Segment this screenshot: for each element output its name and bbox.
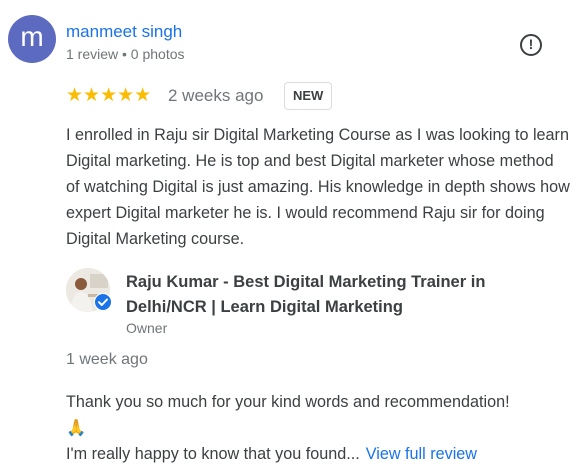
review-time: 2 weeks ago (168, 86, 264, 105)
reply-line-1: Thank you so much for your kind words an… (66, 393, 510, 411)
view-full-review-link[interactable]: View full review (366, 445, 477, 463)
reply-line-2: I'm really happy to know that you found.… (66, 445, 360, 463)
owner-role: Owner (126, 320, 168, 336)
verified-check-icon (94, 293, 112, 311)
rating-stars: ★★★★★ (66, 85, 152, 106)
new-badge: NEW (284, 82, 333, 110)
reply-time: 1 week ago (66, 351, 148, 368)
owner-name[interactable]: Raju Kumar - Best Digital Marketing Trai… (126, 270, 526, 320)
reviewer-avatar[interactable]: m (8, 15, 56, 63)
reviewer-meta: 1 review • 0 photos (66, 46, 185, 62)
reply-line-2-wrap: I'm really happy to know that you found.… (66, 441, 571, 467)
report-flag-icon[interactable]: ! (520, 34, 542, 56)
pray-emoji: 🙏 (66, 419, 87, 437)
owner-reply: Thank you so much for your kind words an… (66, 389, 571, 467)
reviewer-name[interactable]: manmeet singh (66, 22, 182, 42)
review-text: I enrolled in Raju sir Digital Marketing… (66, 126, 570, 248)
